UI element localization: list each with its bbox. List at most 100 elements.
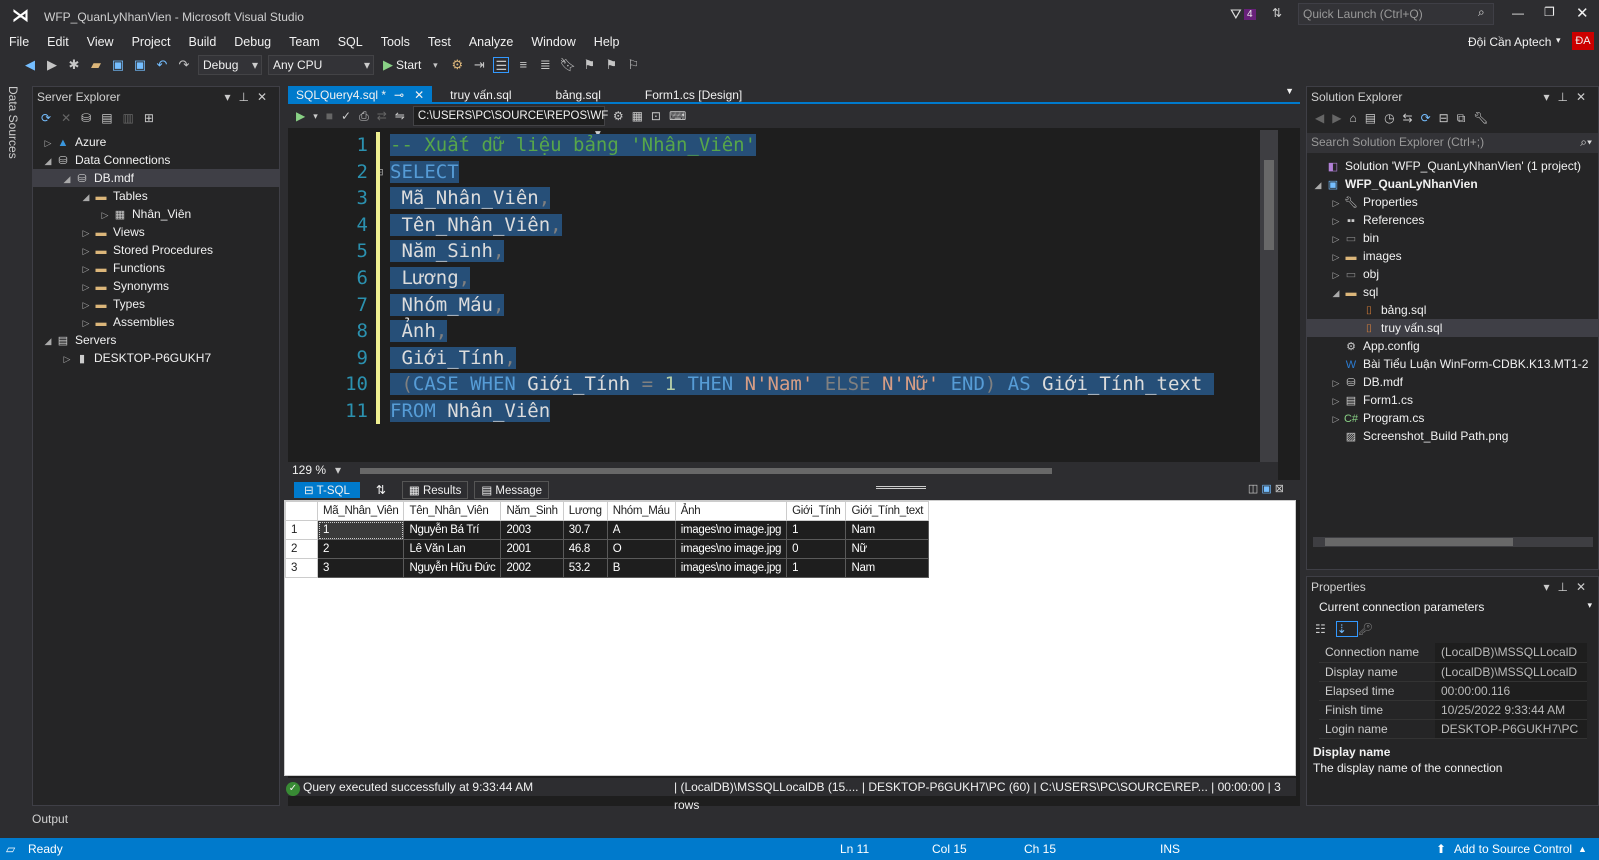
tree-item[interactable]: ◢ ▤ Servers (33, 331, 279, 349)
code-line[interactable]: 10 (CASE WHEN Giới_Tính = 1 THEN N'Nam' … (288, 371, 1280, 398)
tree-item[interactable]: ▷ ▤ Form1.cs (1307, 391, 1598, 409)
back-icon[interactable]: ◀ (22, 57, 38, 73)
grid-cell[interactable]: 46.8 (562, 539, 608, 559)
property-row[interactable]: Finish time 10/25/2022 9:33:44 AM (1319, 700, 1587, 720)
notification-flag-icon[interactable]: ⛛ (1230, 6, 1242, 23)
property-value[interactable]: 00:00:00.116 (1435, 681, 1587, 701)
code-line[interactable]: 3 Mã_Nhân_Viên, (288, 185, 1280, 212)
collapse-arrow-icon[interactable]: ◢ (1329, 284, 1343, 302)
refresh-icon[interactable]: ⟳ (1421, 111, 1439, 125)
grid-cell[interactable]: 3 (316, 558, 405, 578)
data-sources-tab[interactable]: Data Sources (6, 86, 20, 159)
tree-item[interactable]: ▷ ▬ Assemblies (33, 313, 279, 331)
tree-item[interactable]: ◢ ⛁ DB.mdf (33, 169, 279, 187)
menu-file[interactable]: File (0, 32, 38, 52)
indent-icon[interactable]: ⇥ (471, 57, 487, 73)
menu-edit[interactable]: Edit (38, 32, 78, 52)
pending-changes-icon[interactable]: ◷ (1384, 111, 1402, 125)
menu-test[interactable]: Test (419, 32, 460, 52)
configuration-select[interactable]: Debug (198, 55, 262, 75)
horizontal-scrollbar[interactable] (1313, 537, 1593, 547)
expand-arrow-icon[interactable]: ▷ (98, 206, 112, 224)
code-line[interactable]: 2SELECT⊟ (288, 159, 1280, 186)
new-project-icon[interactable]: ✱ (66, 57, 82, 73)
panel-controls-icon[interactable]: ▾⊥✕ (1543, 577, 1594, 597)
grid-cell[interactable]: 2002 (500, 558, 564, 578)
property-row[interactable]: Login name DESKTOP-P6GUKH7\PC (1319, 719, 1587, 739)
expand-arrow-icon[interactable]: ▷ (1329, 392, 1343, 410)
tree-item[interactable]: ▷ ▬ images (1307, 247, 1598, 265)
panel-controls-icon[interactable]: ▾⊥✕ (1543, 87, 1594, 107)
bookmark-icon[interactable]: 🔖︎ (559, 57, 576, 73)
home-icon[interactable]: ⌂ (1349, 111, 1364, 125)
tree-item[interactable]: ▷ ▬ Stored Procedures (33, 241, 279, 259)
change-connection-icon[interactable]: ⇋ (395, 109, 405, 123)
add-to-source-control[interactable]: Add to Source Control (1454, 842, 1572, 856)
expand-arrow-icon[interactable]: ▷ (41, 134, 55, 152)
row-header[interactable]: 3 (285, 558, 318, 578)
grid-cell[interactable]: Nữ (845, 539, 930, 559)
expand-arrow-icon[interactable]: ▷ (79, 260, 93, 278)
include-plan-icon[interactable]: ⊡ (651, 109, 661, 123)
grid-cell[interactable]: 1 (786, 520, 847, 540)
expand-arrow-icon[interactable]: ▷ (1329, 374, 1343, 392)
sync-icon[interactable]: ⇆ (1403, 111, 1421, 125)
restore-button[interactable]: ❐ (1544, 5, 1555, 19)
tree-item[interactable]: ▷ ▪▪ References (1307, 211, 1598, 229)
tree-item[interactable]: ◢ ⛁ Data Connections (33, 151, 279, 169)
expand-arrow-icon[interactable]: ▷ (79, 278, 93, 296)
comment-icon[interactable]: ≡ (515, 57, 531, 73)
plan-icon[interactable]: ⎙ (359, 109, 369, 124)
code-line[interactable]: 8 Ảnh, (288, 318, 1280, 345)
grid-cell[interactable]: O (606, 539, 676, 559)
property-value[interactable]: 10/25/2022 9:33:44 AM (1435, 700, 1587, 720)
expand-arrow-icon[interactable]: ▷ (1329, 212, 1343, 230)
column-header[interactable]: Ảnh (674, 501, 788, 521)
code-line[interactable]: 4 Tên_Nhân_Viên, (288, 212, 1280, 239)
user-chevron-icon[interactable]: ▾ (1556, 35, 1561, 46)
search-icon[interactable]: ⌕▾ (1580, 135, 1592, 150)
tree-item[interactable]: ◢ ▣ WFP_QuanLyNhanVien (1307, 175, 1598, 193)
categorized-icon[interactable]: ☷ (1315, 622, 1336, 636)
connect-icon[interactable]: ⇄ (377, 109, 387, 123)
solution-search-input[interactable]: Search Solution Explorer (Ctrl+;) ⌕▾ (1307, 133, 1598, 153)
scrollbar-thumb[interactable] (1264, 160, 1274, 250)
undo-icon[interactable]: ↶ (154, 57, 170, 73)
database-select[interactable]: C:\USERS\PC\SOURCE\REPOS\WF (412, 106, 608, 143)
code-line[interactable]: 7 Nhóm_Máu, (288, 292, 1280, 319)
user-name[interactable]: Đội Cần Aptech (1468, 35, 1551, 49)
next-bookmark-icon[interactable]: ⚑ (603, 57, 619, 73)
property-row[interactable]: Connection name (LocalDB)\MSSQLLocalD (1319, 643, 1587, 663)
feedback-icon[interactable]: ⇅ (1272, 6, 1282, 20)
menu-sql[interactable]: SQL (329, 32, 372, 52)
grid-cell[interactable]: B (606, 558, 676, 578)
menu-view[interactable]: View (78, 32, 123, 52)
close-button[interactable]: ✕ (1576, 4, 1589, 22)
start-dropdown-icon[interactable]: ▾ (427, 57, 443, 73)
grid-cell[interactable]: Nguyễn Hữu Đức (403, 558, 502, 578)
tab-overflow-icon[interactable]: ▼ (1285, 86, 1294, 96)
grid-cell[interactable]: Nam (845, 558, 930, 578)
save-icon[interactable]: ▣ (110, 57, 126, 73)
avatar[interactable]: ĐA (1572, 32, 1594, 50)
open-icon[interactable]: ▰ (88, 57, 104, 73)
tab-results[interactable]: ▦ Results (401, 481, 469, 499)
property-pages-icon[interactable]: 🔑︎ (1358, 622, 1383, 636)
column-header[interactable]: Năm_Sinh (500, 501, 564, 521)
collapse-icon[interactable]: ⊟ (1439, 111, 1457, 125)
code-line[interactable]: 5 Năm_Sinh, (288, 238, 1280, 265)
sort-icon[interactable]: ⇅ (366, 483, 396, 497)
horizontal-scrollbar[interactable] (360, 468, 1052, 474)
tree-item[interactable]: ▷ ▬ Types (33, 295, 279, 313)
minimize-button[interactable]: — (1512, 6, 1524, 20)
platform-select[interactable]: Any CPU (268, 55, 374, 75)
tab-message[interactable]: ▤ Message (474, 481, 550, 499)
stop-icon[interactable]: ✕ (61, 111, 81, 125)
menu-help[interactable]: Help (585, 32, 629, 52)
grid-cell[interactable]: 2 (316, 539, 405, 559)
tab-document[interactable]: SQLQuery4.sql * ⊸ ✕ (288, 86, 433, 102)
back-icon[interactable]: ◀▶ (1315, 111, 1349, 125)
redo-icon[interactable]: ↷ (176, 57, 192, 73)
collapse-arrow-icon[interactable]: ◢ (41, 152, 55, 170)
output-tab[interactable]: Output (32, 812, 68, 826)
